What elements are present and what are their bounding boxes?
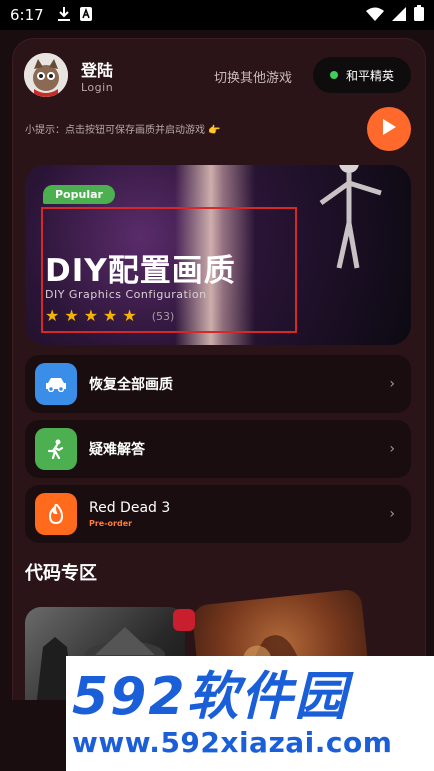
rating-stars: ★ ★ ★ ★ ★ (53) — [45, 308, 174, 324]
menu-item-restore-all[interactable]: 恢复全部画质 › — [25, 355, 411, 413]
switch-games-link[interactable]: 切换其他游戏 — [214, 67, 292, 86]
play-icon — [381, 118, 397, 140]
wifi-icon — [366, 6, 384, 25]
star-icon: ★ — [45, 306, 60, 325]
star-icon: ★ — [64, 306, 79, 325]
code-section-title: 代码专区 — [25, 563, 97, 584]
status-icons-right — [366, 5, 424, 25]
star-icon: ★ — [83, 306, 99, 325]
menu-item-sublabel: Pre-order — [89, 519, 133, 528]
status-dot — [329, 71, 338, 79]
login-subtitle: Login — [81, 81, 114, 94]
watermark-logo: 592软件园 — [72, 666, 349, 727]
tip-text: 小提示：点击按钮可保存画质并启动游戏 👉 — [25, 125, 221, 136]
status-time: 6:17 — [10, 6, 44, 24]
status-icons-left — [57, 6, 92, 25]
signal-icon — [392, 6, 406, 25]
red-corner-badge — [173, 609, 195, 631]
menu-item-text: Red Dead 3 Pre-order — [77, 500, 170, 528]
menu-item-label: Red Dead 3 — [89, 500, 171, 516]
avatar[interactable] — [24, 53, 68, 97]
watermark: 592软件园 www.592xiazai.com — [66, 656, 434, 771]
current-game-label: 和平精英 — [345, 68, 394, 83]
download-icon — [57, 6, 70, 25]
status-bar: 6:17 — [0, 0, 434, 30]
battery-icon — [414, 5, 424, 25]
watermark-url: www.592xiazai.com — [72, 725, 393, 759]
current-game-pill[interactable]: 和平精英 — [313, 57, 411, 93]
figure-icon — [319, 165, 382, 269]
a-letter-icon — [79, 6, 92, 25]
menu-item-red-dead-3[interactable]: Red Dead 3 Pre-order › — [25, 485, 411, 543]
running-person-icon — [35, 428, 77, 470]
login-title[interactable]: 登陆 — [81, 57, 113, 81]
chevron-right-icon: › — [389, 376, 395, 392]
menu-item-label: 恢复全部画质 — [89, 377, 173, 393]
flame-icon — [35, 493, 77, 535]
car-icon — [35, 363, 77, 405]
diy-banner[interactable]: Popular DIY配置画质 DIY Graphics Configurati… — [25, 165, 411, 345]
chevron-right-icon: › — [389, 441, 395, 457]
play-button[interactable] — [367, 107, 411, 151]
menu-item-label: 疑难解答 — [89, 442, 145, 458]
banner-title: DIY配置画质 — [45, 253, 236, 289]
menu-item-troubleshooting[interactable]: 疑难解答 › — [25, 420, 411, 478]
popular-badge: Popular — [43, 185, 115, 204]
rating-count: (53) — [151, 309, 175, 323]
bottom-strip — [0, 700, 66, 771]
banner-subtitle: DIY Graphics Configuration — [45, 288, 207, 301]
star-icon: ★ — [122, 306, 137, 325]
star-icon: ★ — [103, 306, 118, 325]
chevron-right-icon: › — [389, 506, 395, 522]
